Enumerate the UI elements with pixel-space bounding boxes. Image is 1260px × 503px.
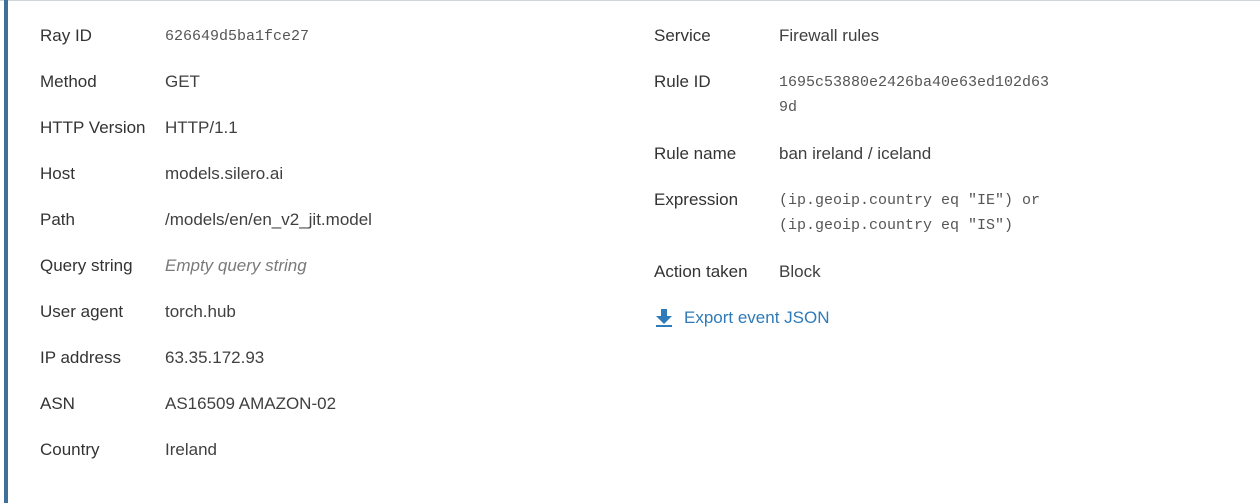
http-version-value: HTTP/1.1 bbox=[165, 118, 238, 137]
panel-top-border bbox=[0, 0, 1260, 1]
rule-name-row: Rule name ban ireland / iceland bbox=[654, 142, 1214, 188]
ray-id-label: Ray ID bbox=[40, 26, 92, 45]
expression-line-2: (ip.geoip.country eq "IS") bbox=[779, 217, 1014, 234]
rule-id-row: Rule ID 1695c53880e2426ba40e63ed102d63 9… bbox=[654, 70, 1214, 142]
service-row: Service Firewall rules bbox=[654, 24, 1214, 70]
path-value: /models/en/en_v2_jit.model bbox=[165, 210, 372, 229]
panel-accent-bar bbox=[4, 0, 8, 503]
path-label: Path bbox=[40, 210, 75, 229]
expression-label: Expression bbox=[654, 190, 739, 209]
host-row: Host models.silero.ai bbox=[40, 162, 600, 208]
rule-name-label: Rule name bbox=[654, 144, 737, 163]
host-value: models.silero.ai bbox=[165, 164, 284, 183]
service-label: Service bbox=[654, 26, 711, 45]
http-version-label: HTTP Version bbox=[40, 118, 146, 137]
action-taken-label: Action taken bbox=[654, 262, 748, 281]
rule-id-line-2: 9d bbox=[779, 99, 798, 116]
ip-address-value: 63.35.172.93 bbox=[165, 348, 265, 367]
country-label: Country bbox=[40, 440, 100, 459]
method-label: Method bbox=[40, 72, 97, 91]
service-value: Firewall rules bbox=[779, 26, 880, 45]
method-value: GET bbox=[165, 72, 200, 91]
user-agent-row: User agent torch.hub bbox=[40, 300, 600, 346]
rule-name-value: ban ireland / iceland bbox=[779, 144, 932, 163]
expression-row: Expression (ip.geoip.country eq "IE") or… bbox=[654, 188, 1214, 260]
request-details-column: Ray ID 626649d5ba1fce27 Method GET HTTP … bbox=[40, 24, 600, 484]
query-string-row: Query string Empty query string bbox=[40, 254, 600, 300]
asn-value: AS16509 AMAZON-02 bbox=[165, 394, 337, 413]
http-version-row: HTTP Version HTTP/1.1 bbox=[40, 116, 600, 162]
export-event-json-link[interactable]: Export event JSON bbox=[654, 306, 1214, 330]
event-details-panel: Ray ID 626649d5ba1fce27 Method GET HTTP … bbox=[0, 0, 1260, 503]
ip-address-label: IP address bbox=[40, 348, 121, 367]
query-string-label: Query string bbox=[40, 256, 133, 275]
action-taken-value: Block bbox=[779, 262, 821, 281]
rule-details-column: Service Firewall rules Rule ID 1695c5388… bbox=[654, 24, 1214, 330]
ray-id-value: 626649d5ba1fce27 bbox=[165, 28, 310, 45]
expression-value: (ip.geoip.country eq "IE") or (ip.geoip.… bbox=[779, 188, 1109, 238]
method-row: Method GET bbox=[40, 70, 600, 116]
download-arrow-icon bbox=[654, 308, 674, 328]
ip-address-row: IP address 63.35.172.93 bbox=[40, 346, 600, 392]
rule-id-value: 1695c53880e2426ba40e63ed102d63 9d bbox=[779, 70, 1109, 120]
expression-line-1: (ip.geoip.country eq "IE") or bbox=[779, 192, 1041, 209]
user-agent-value: torch.hub bbox=[165, 302, 236, 321]
query-string-value: Empty query string bbox=[165, 256, 307, 275]
host-label: Host bbox=[40, 164, 75, 183]
user-agent-label: User agent bbox=[40, 302, 124, 321]
asn-label: ASN bbox=[40, 394, 75, 413]
ray-id-row: Ray ID 626649d5ba1fce27 bbox=[40, 24, 600, 70]
country-value: Ireland bbox=[165, 440, 217, 459]
export-event-json-label[interactable]: Export event JSON bbox=[684, 306, 830, 330]
path-row: Path /models/en/en_v2_jit.model bbox=[40, 208, 600, 254]
rule-id-line-1: 1695c53880e2426ba40e63ed102d63 bbox=[779, 74, 1050, 91]
rule-id-label: Rule ID bbox=[654, 72, 711, 91]
action-taken-row: Action taken Block bbox=[654, 260, 1214, 306]
country-row: Country Ireland bbox=[40, 438, 600, 484]
asn-row: ASN AS16509 AMAZON-02 bbox=[40, 392, 600, 438]
